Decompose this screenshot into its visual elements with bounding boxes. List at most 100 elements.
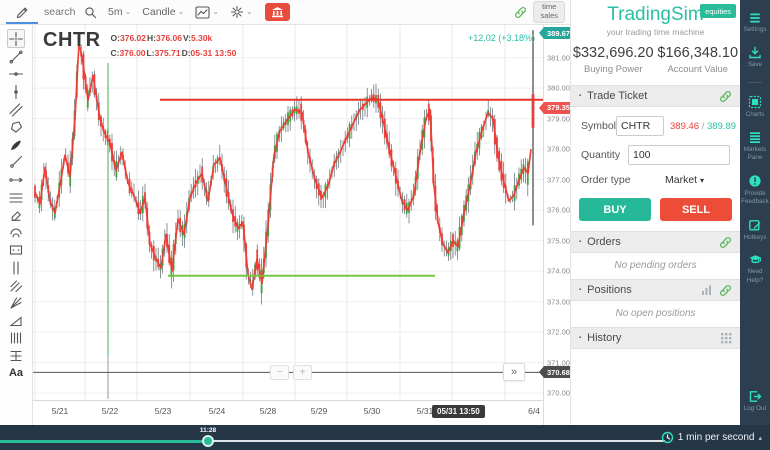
symbol-field-label: Symbol	[581, 120, 616, 132]
symbol-field[interactable]	[616, 116, 664, 136]
tool-fib-time[interactable]	[7, 330, 25, 348]
tool-eraser[interactable]	[7, 206, 25, 224]
price-chart[interactable]: CHTR O:376.02H:376.06V:5.30k C:376.00L:3…	[33, 25, 543, 425]
gear-icon	[230, 5, 244, 19]
account-value: $166,348.10	[656, 45, 741, 61]
settings-dropdown[interactable]: ⌄	[230, 5, 253, 19]
tool-gann-square[interactable]	[7, 347, 25, 365]
replay-speed-control[interactable]: 1 min per second ▴	[661, 425, 762, 450]
quantity-field[interactable]	[628, 145, 730, 165]
tool-arcs[interactable]	[7, 224, 25, 242]
x-axis-label: 5/31	[417, 406, 434, 416]
sell-button[interactable]: SELL	[660, 198, 732, 221]
sidebar-item-feedback[interactable]: Provide Feedback	[740, 174, 770, 207]
tool-parallel-channel[interactable]	[7, 101, 25, 119]
parallel-channel-icon	[8, 102, 24, 118]
zoom-out-button[interactable]: −	[270, 365, 289, 380]
y-axis-label: 380.00	[547, 84, 570, 93]
sidebar-item-label: Markets Pane	[740, 146, 770, 163]
charts-icon	[748, 95, 762, 109]
chevron-down-icon: ⌄	[125, 8, 132, 16]
tool-text[interactable]: Aa	[7, 365, 25, 383]
quantity-row: Quantity	[571, 145, 740, 165]
x-axis: 5/215/225/235/245/285/295/305/316/16/405…	[33, 400, 543, 425]
equities-badge[interactable]: equities	[700, 4, 736, 18]
tool-parallel-vertical[interactable]	[7, 259, 25, 277]
tool-triangle[interactable]	[7, 312, 25, 330]
x-axis-label: 6/4	[528, 406, 540, 416]
sidebar-item-markets[interactable]: Markets Pane	[740, 131, 770, 163]
time-sales-label: sales	[540, 12, 558, 21]
chevron-down-icon: ⌄	[212, 8, 219, 16]
sidebar-item-charts[interactable]: Charts	[740, 95, 770, 120]
feedback-icon	[748, 174, 762, 188]
drawing-tools-tab[interactable]	[6, 0, 38, 24]
sidebar-item-save[interactable]: Save	[740, 46, 770, 70]
tool-gann-fan[interactable]	[7, 294, 25, 312]
link-icon[interactable]	[719, 90, 732, 103]
horizontal-ray-icon	[8, 172, 24, 188]
buy-button[interactable]: BUY	[579, 198, 651, 221]
clock-icon	[661, 431, 674, 444]
sidebar-item-label: Save	[748, 61, 762, 70]
orders-header[interactable]: ▪ Orders	[571, 231, 740, 253]
gann-fan-icon	[8, 295, 24, 311]
sidebar-item-hotkeys[interactable]: Hotkeys	[740, 218, 770, 243]
x-axis-label: 5/23	[155, 406, 172, 416]
zoom-in-button[interactable]: +	[293, 365, 312, 380]
order-type-row: Order type Market ▾	[571, 174, 740, 186]
tool-fib-retracement[interactable]	[7, 189, 25, 207]
order-type-select[interactable]: Market ▾	[665, 174, 704, 186]
x-axis-label: 5/24	[209, 406, 226, 416]
bank-button[interactable]	[265, 3, 290, 21]
bar-chart-icon	[700, 284, 713, 296]
positions-header[interactable]: ▪ Positions	[571, 279, 740, 301]
collapse-icon: ▪	[579, 239, 581, 245]
tool-brush[interactable]	[7, 136, 25, 154]
sidebar-item-settings[interactable]: Settings	[740, 12, 770, 35]
logout-icon	[748, 390, 762, 403]
sidebar-item-label: Settings	[744, 26, 767, 35]
indicators-dropdown[interactable]: ⌄	[195, 6, 219, 19]
tool-pitchfork[interactable]	[7, 277, 25, 295]
timeline-handle[interactable]	[202, 435, 214, 447]
buying-power-value: $332,696.20	[571, 45, 656, 61]
y-axis-label: 378.00	[547, 145, 570, 154]
link-icon[interactable]	[719, 236, 732, 249]
sidebar-item-help[interactable]: Need Help?	[740, 253, 770, 285]
gann-square-icon	[8, 348, 24, 364]
positions-empty-state: No open positions	[571, 301, 740, 327]
trade-ticket-header[interactable]: ▪ Trade Ticket	[571, 85, 740, 107]
tool-crosshair[interactable]	[7, 29, 25, 48]
tool-ray[interactable]	[7, 154, 25, 172]
history-header[interactable]: ▪ History	[571, 327, 740, 349]
tool-pattern[interactable]	[7, 242, 25, 260]
tool-horizontal-line[interactable]	[7, 66, 25, 84]
timeframe-dropdown[interactable]: 5m ⌄	[108, 6, 131, 18]
history-grid-icon	[720, 332, 732, 344]
link-icon[interactable]	[719, 284, 732, 297]
x-axis-label: 5/21	[52, 406, 69, 416]
orders-empty-state: No pending orders	[571, 253, 740, 279]
symbol-search[interactable]	[44, 6, 97, 19]
search-input[interactable]	[44, 6, 84, 18]
scroll-to-latest-button[interactable]: »	[503, 363, 525, 381]
chart-style-dropdown[interactable]: Candle ⌄	[142, 6, 184, 18]
time-cursor-tooltip: 05/31 13:50	[432, 405, 485, 418]
red-line-price-tag: 379.35	[544, 102, 571, 114]
link-icon[interactable]	[514, 6, 527, 19]
app-sidebar: Settings Save Charts Markets Pane Provide Fe…	[740, 0, 770, 425]
text-tool-icon: Aa	[9, 367, 23, 379]
sidebar-item-logout[interactable]: Log Out	[740, 390, 770, 414]
candlestick-canvas[interactable]	[33, 25, 543, 400]
tool-polygon[interactable]	[7, 118, 25, 136]
chart-toolbar: 5m ⌄ Candle ⌄ ⌄ ⌄ time sales	[0, 0, 570, 25]
tool-trend-line[interactable]	[7, 48, 25, 66]
time-sales-button[interactable]: time sales	[533, 1, 565, 22]
tool-vertical-line[interactable]	[7, 83, 25, 101]
sidebar-item-label: Charts	[746, 111, 765, 120]
tool-horizontal-ray[interactable]	[7, 171, 25, 189]
y-axis-label: 377.00	[547, 175, 570, 184]
y-axis[interactable]: 389.67 379.35 370.68 381.00380.00379.003…	[543, 25, 570, 425]
x-axis-label: 5/29	[311, 406, 328, 416]
